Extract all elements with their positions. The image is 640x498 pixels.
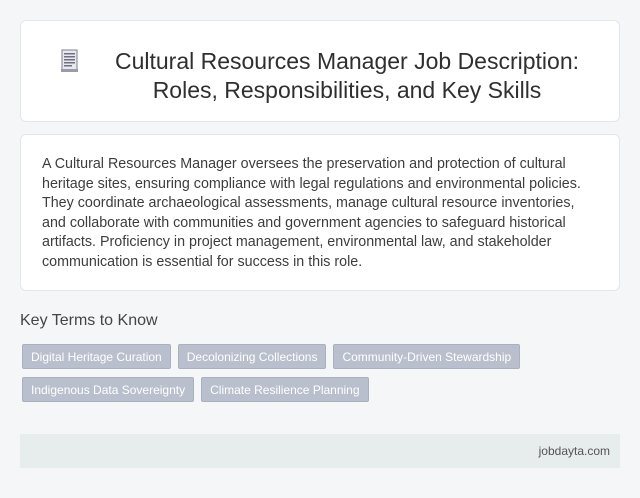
title-card: Cultural Resources Manager Job Descripti…: [20, 20, 620, 122]
key-terms-heading: Key Terms to Know: [20, 312, 158, 329]
tag-indigenous-data-sovereignty[interactable]: Indigenous Data Sovereignty: [22, 377, 195, 402]
description-text: A Cultural Resources Manager oversees th…: [42, 156, 581, 270]
description-card: A Cultural Resources Manager oversees th…: [20, 134, 620, 291]
tag-digital-heritage-curation[interactable]: Digital Heritage Curation: [22, 344, 171, 369]
key-terms-tags: Digital Heritage Curation Decolonizing C…: [22, 344, 582, 410]
title-row: Cultural Resources Manager Job Descripti…: [57, 47, 599, 105]
tag-climate-resilience-planning[interactable]: Climate Resilience Planning: [201, 377, 369, 402]
tag-decolonizing-collections[interactable]: Decolonizing Collections: [177, 344, 327, 369]
footer-site-link[interactable]: jobdayta.com: [539, 444, 610, 458]
page-title: Cultural Resources Manager Job Descripti…: [114, 48, 580, 103]
document-icon: [61, 49, 78, 72]
tag-community-driven-stewardship[interactable]: Community-Driven Stewardship: [333, 344, 521, 369]
tag-row: Indigenous Data Sovereignty Climate Resi…: [22, 377, 582, 402]
tag-row: Digital Heritage Curation Decolonizing C…: [22, 344, 582, 369]
footer: jobdayta.com: [20, 434, 620, 468]
